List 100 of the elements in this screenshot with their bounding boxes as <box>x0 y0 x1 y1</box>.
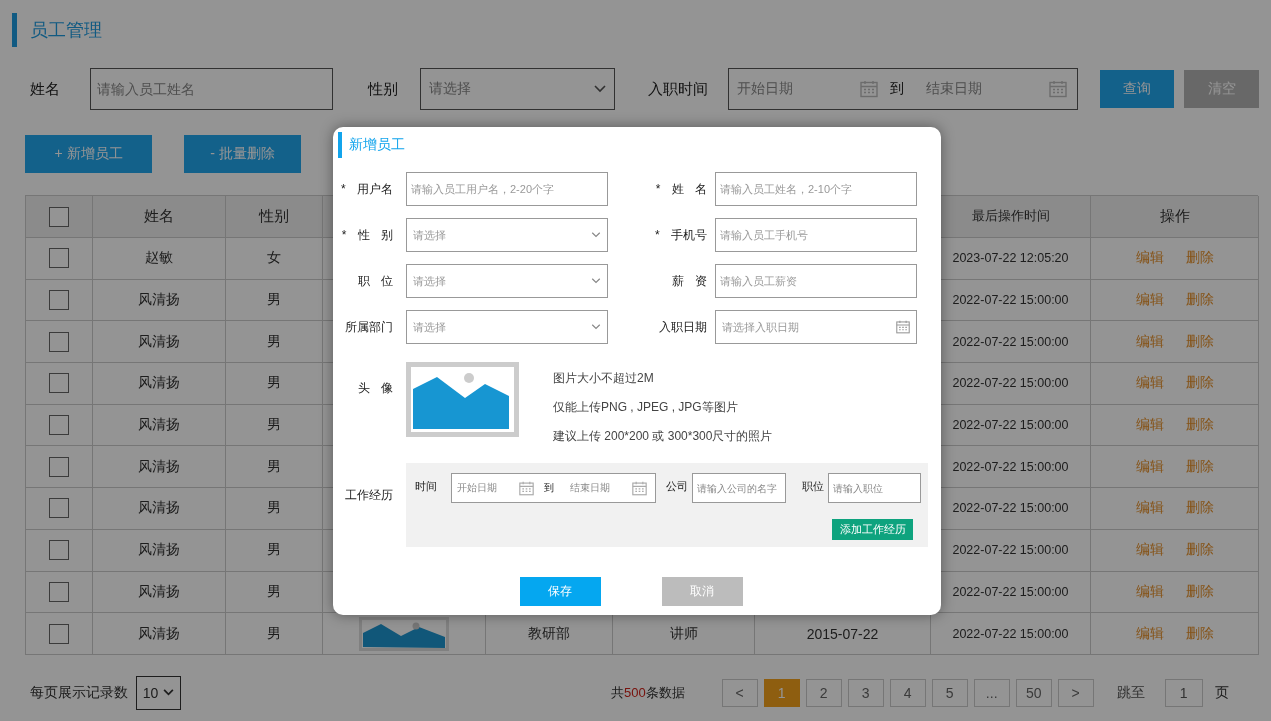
image-placeholder-icon[interactable] <box>406 362 519 437</box>
field-label: 所属部门 <box>344 318 394 336</box>
table-cell: 2022-07-22 15:00:00 <box>952 584 1069 599</box>
checkbox[interactable] <box>49 540 69 561</box>
select-field[interactable]: 请选择 <box>406 264 608 298</box>
table-cell: 赵敏 <box>145 249 173 268</box>
edit-link[interactable]: 编辑 <box>1135 499 1164 518</box>
date-range-field[interactable]: 开始日期 到 结束日期 <box>451 473 656 503</box>
edit-link[interactable]: 编辑 <box>1135 582 1164 601</box>
table-cell: 2022-07-22 15:00:00 <box>952 459 1069 474</box>
page-button[interactable]: ... <box>973 678 1010 707</box>
position-input[interactable]: 请输入职位 <box>828 473 921 503</box>
delete-link[interactable]: 删除 <box>1185 249 1214 268</box>
edit-link[interactable]: 编辑 <box>1135 374 1164 393</box>
select-field[interactable]: 请选择 <box>406 218 608 252</box>
delete-link[interactable]: 删除 <box>1185 582 1214 601</box>
upload-hint: 图片大小不超过2M <box>553 370 655 387</box>
table-cell: 风清扬 <box>138 582 180 601</box>
select-field[interactable]: 请选择 <box>406 310 608 344</box>
search-button[interactable]: 查询 <box>1100 70 1174 108</box>
date-field[interactable]: 请选择入职日期 <box>715 310 917 344</box>
save-button[interactable]: 保存 <box>519 577 601 606</box>
table-cell: 2023-07-22 12:05:20 <box>952 251 1069 266</box>
table-cell: 男 <box>267 582 281 601</box>
column-header: 操作 <box>1159 207 1190 226</box>
page-size-label: 每页展示记录数 <box>30 683 128 702</box>
delete-link[interactable]: 删除 <box>1185 374 1214 393</box>
table-cell: 男 <box>267 624 281 643</box>
delete-link[interactable]: 删除 <box>1185 416 1214 435</box>
field-label: 薪 资 <box>670 272 708 290</box>
input-field[interactable]: 请输入员工姓名，2-10个字 <box>715 172 917 206</box>
table-cell: 男 <box>267 457 281 476</box>
checkbox[interactable] <box>49 248 69 269</box>
page-button[interactable]: 5 <box>931 678 968 707</box>
delete-link[interactable]: 删除 <box>1185 499 1214 518</box>
page-size-select[interactable]: 10 <box>136 675 181 710</box>
checkbox[interactable] <box>49 498 69 519</box>
jump-page-input[interactable]: 1 <box>1164 678 1203 707</box>
gender-label: 性别 <box>368 79 398 99</box>
table-cell: 2022-07-22 15:00:00 <box>952 626 1069 641</box>
table-cell: 男 <box>267 291 281 310</box>
checkbox[interactable] <box>49 373 69 394</box>
column-header: 姓名 <box>144 207 174 226</box>
edit-link[interactable]: 编辑 <box>1135 457 1164 476</box>
checkbox[interactable] <box>49 456 69 477</box>
checkbox[interactable] <box>49 290 69 311</box>
company-label: 公司 <box>666 479 688 494</box>
edit-link[interactable]: 编辑 <box>1135 624 1164 643</box>
table-cell: 风清扬 <box>138 541 180 560</box>
checkbox[interactable] <box>49 581 69 602</box>
page-button[interactable]: 4 <box>889 678 926 707</box>
page-button[interactable]: 3 <box>847 678 884 707</box>
page-button[interactable]: 2 <box>805 678 842 707</box>
delete-link[interactable]: 删除 <box>1185 332 1214 351</box>
edit-link[interactable]: 编辑 <box>1135 416 1164 435</box>
input-field[interactable]: 请输入员工用户名，2-20个字 <box>406 172 608 206</box>
edit-link[interactable]: 编辑 <box>1135 332 1164 351</box>
page-button[interactable]: 1 <box>763 678 800 707</box>
table-cell: 风清扬 <box>138 457 180 476</box>
delete-link[interactable]: 删除 <box>1185 457 1214 476</box>
delete-link[interactable]: 删除 <box>1185 624 1214 643</box>
delete-link[interactable]: 删除 <box>1185 541 1214 560</box>
table-cell: 风清扬 <box>138 374 180 393</box>
chevron-icon <box>594 85 606 93</box>
batch-delete-button[interactable]: - 批量删除 <box>184 135 301 173</box>
time-label: 时间 <box>415 479 437 494</box>
field-label: 入职日期 <box>658 318 708 336</box>
edit-link[interactable]: 编辑 <box>1135 541 1164 560</box>
checkbox[interactable] <box>49 331 69 352</box>
date-range-field[interactable]: 开始日期 到 结束日期 <box>728 68 1078 110</box>
checkbox[interactable] <box>49 415 69 436</box>
input-field[interactable]: 请输入员工手机号 <box>715 218 917 252</box>
checkbox[interactable] <box>49 623 69 644</box>
company-input[interactable]: 请输入公司的名字 <box>692 473 786 503</box>
calendar-icon <box>1049 80 1067 98</box>
chevron-icon <box>591 324 601 330</box>
cancel-button[interactable]: 取消 <box>661 577 743 606</box>
add-employee-button[interactable]: + 新增员工 <box>25 135 152 173</box>
previous-page-button[interactable]: < <box>721 678 758 707</box>
edit-link[interactable]: 编辑 <box>1135 291 1164 310</box>
name-input[interactable]: 请输入员工姓名 <box>90 68 333 110</box>
table-cell: 风清扬 <box>138 624 180 643</box>
page-unit-label: 页 <box>1214 683 1229 702</box>
next-page-button[interactable]: > <box>1057 678 1094 707</box>
table-cell: 风清扬 <box>138 416 180 435</box>
table-cell: 男 <box>267 332 281 351</box>
calendar-icon <box>632 480 647 496</box>
table-cell: 2022-07-22 15:00:00 <box>952 501 1069 516</box>
gender-select[interactable]: 请选择 <box>420 68 615 110</box>
page-button[interactable]: 50 <box>1015 678 1052 707</box>
chevron-icon <box>591 232 601 238</box>
jump-label: 跳至 <box>1116 683 1145 702</box>
input-field[interactable]: 请输入员工薪资 <box>715 264 917 298</box>
table-cell: 男 <box>267 499 281 518</box>
add-experience-button[interactable]: 添加工作经历 <box>832 519 913 540</box>
table-cell: 风清扬 <box>138 291 180 310</box>
delete-link[interactable]: 删除 <box>1185 291 1214 310</box>
checkbox[interactable] <box>49 206 69 227</box>
edit-link[interactable]: 编辑 <box>1135 249 1164 268</box>
field-label: * 用户名 <box>340 180 394 198</box>
